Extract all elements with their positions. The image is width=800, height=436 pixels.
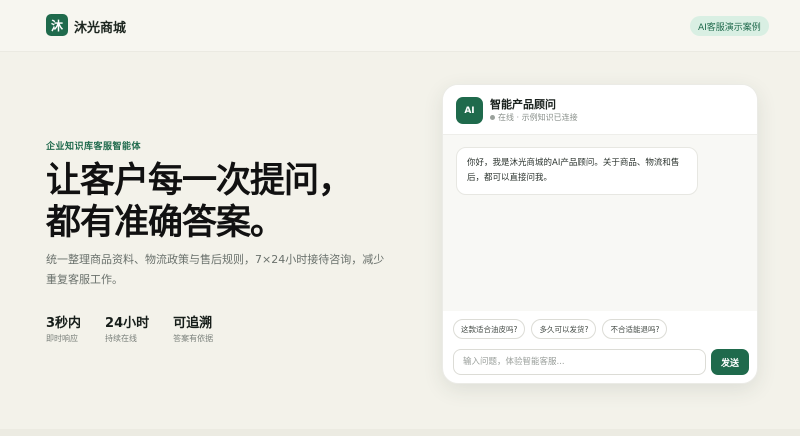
stat-value: 3秒内 bbox=[46, 316, 82, 331]
chat-status: 在线 · 示例知识已连接 bbox=[490, 112, 578, 123]
headline-line-1: 让客户每一次提问， bbox=[46, 161, 353, 201]
page: 沐 沐光商城 AI客服演示案例 企业知识库客服智能体 让客户每一次提问， 都有准… bbox=[0, 0, 800, 436]
brand-name[interactable]: 沐光商城 bbox=[74, 17, 126, 36]
stats-row: 3秒内 即时响应 24小时 持续在线 可追溯 答案有依据 bbox=[46, 312, 213, 344]
hero-subtitle: 统一整理商品资料、物流政策与售后规则，7×24小时接待咨询，减少重复客服工作。 bbox=[46, 253, 385, 286]
send-button[interactable]: 发送 bbox=[711, 349, 749, 375]
stat-value: 24小时 bbox=[105, 316, 150, 331]
ai-avatar: AI bbox=[456, 97, 483, 124]
stat-traceable: 可追溯 答案有依据 bbox=[173, 312, 213, 344]
chat-input[interactable] bbox=[453, 349, 706, 375]
chat-messages[interactable]: 你好，我是沐光商城的AI产品顾问。关于商品、物流和售后，都可以直接问我。 bbox=[443, 135, 757, 311]
demo-badge: AI客服演示案例 bbox=[690, 16, 769, 36]
stat-response: 3秒内 即时响应 bbox=[46, 312, 81, 344]
assistant-message: 你好，我是沐光商城的AI产品顾问。关于商品、物流和售后，都可以直接问我。 bbox=[456, 147, 698, 195]
suggestion-chips: 这款适合油皮吗? 多久可以发货? 不合适能退吗? bbox=[453, 319, 668, 339]
stat-label: 答案有依据 bbox=[173, 334, 214, 343]
brand-logo[interactable]: 沐 bbox=[46, 14, 68, 36]
stat-online: 24小时 持续在线 bbox=[105, 312, 149, 344]
chat-status-text: 在线 · 示例知识已连接 bbox=[498, 113, 578, 122]
hero-headline: 让客户每一次提问， 都有准确答案。 bbox=[46, 160, 353, 244]
suggestion-chip[interactable]: 这款适合油皮吗? bbox=[453, 319, 526, 339]
stat-label: 持续在线 bbox=[105, 334, 138, 343]
hero-eyebrow: 企业知识库客服智能体 bbox=[46, 142, 142, 152]
footer-strip bbox=[0, 429, 800, 436]
stat-label: 即时响应 bbox=[46, 334, 78, 343]
chat-title: 智能产品顾问 bbox=[490, 98, 556, 111]
chat-widget: AI 智能产品顾问 在线 · 示例知识已连接 你好，我是沐光商城的AI产品顾问。… bbox=[442, 84, 758, 384]
chat-header: AI 智能产品顾问 在线 · 示例知识已连接 bbox=[443, 85, 757, 135]
suggestion-chip[interactable]: 不合适能退吗? bbox=[602, 319, 668, 339]
suggestion-chip[interactable]: 多久可以发货? bbox=[531, 319, 597, 339]
headline-line-2: 都有准确答案。 bbox=[46, 203, 285, 243]
chat-input-row: 发送 bbox=[453, 349, 749, 375]
stat-value: 可追溯 bbox=[173, 316, 213, 331]
top-header: 沐 沐光商城 AI客服演示案例 bbox=[0, 0, 800, 52]
status-dot-icon bbox=[490, 115, 495, 120]
